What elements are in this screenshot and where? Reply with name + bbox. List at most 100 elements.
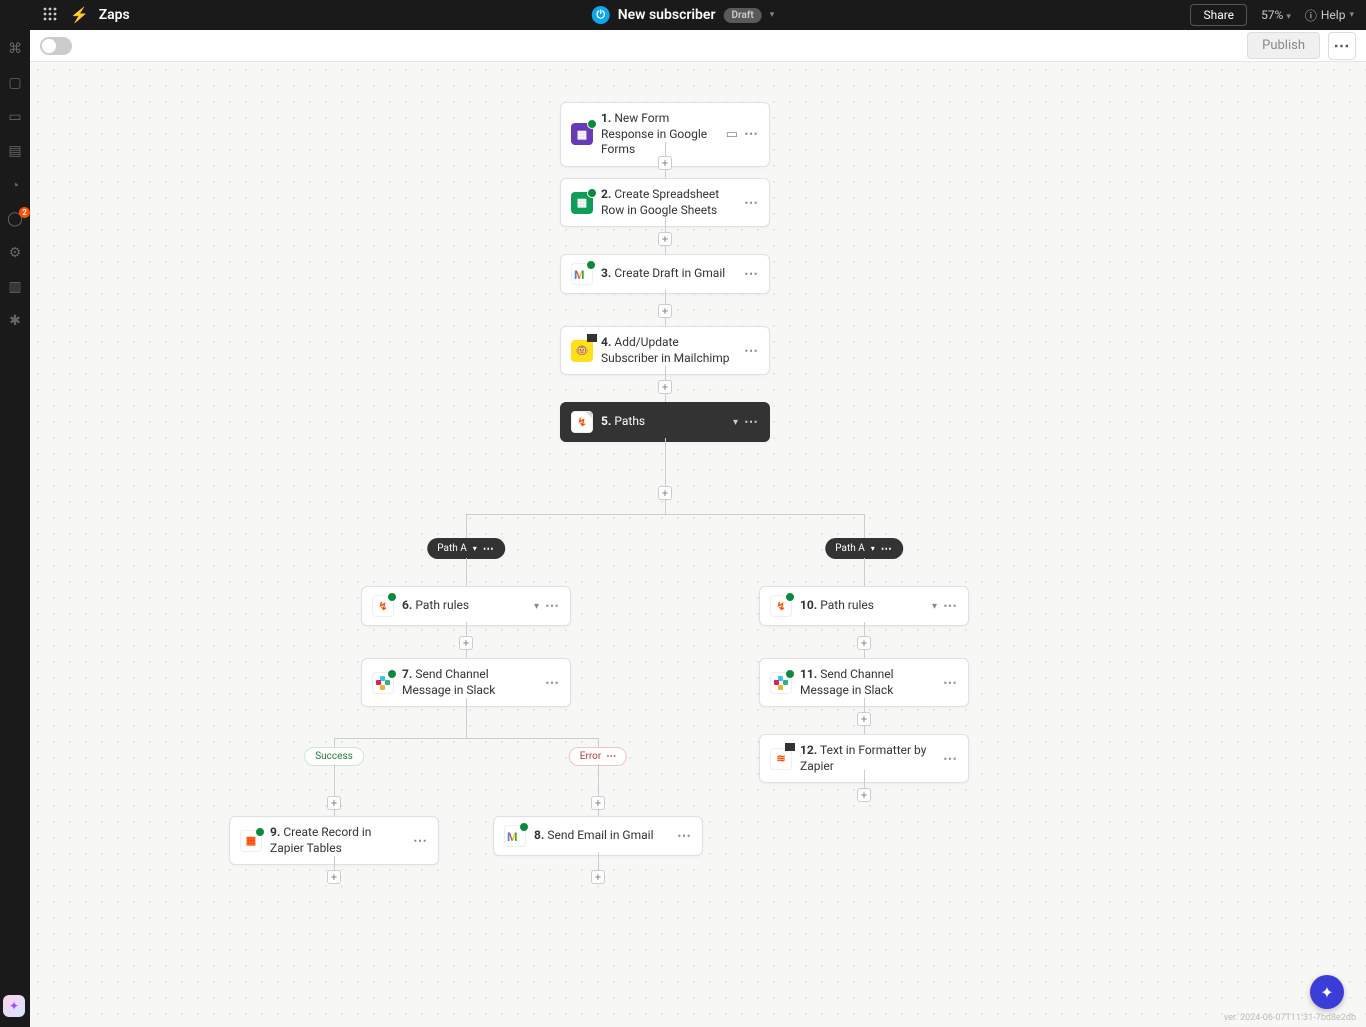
editor-more-button[interactable]: ⋯ — [1328, 32, 1356, 60]
breadcrumb-zaps[interactable]: Zaps — [99, 7, 130, 23]
header: ⚡ Zaps ⏻ New subscriber Draft ▾ Share 57… — [0, 0, 1366, 30]
step-more-icon[interactable]: ⋯ — [413, 833, 428, 849]
step-note-icon[interactable]: ▭ — [726, 127, 738, 142]
zap-enabled-toggle[interactable] — [40, 37, 72, 55]
apps-grid-icon[interactable] — [42, 6, 60, 24]
mailchimp-icon: 🐵 — [571, 340, 593, 362]
split-connector — [466, 514, 864, 515]
step-label: 7. Send Channel Message in Slack — [402, 667, 537, 698]
error-more-icon: ⋯ — [606, 751, 616, 762]
help-icon: ⓘ — [1305, 7, 1317, 24]
ai-assistant-fab[interactable]: ✦ — [1310, 975, 1344, 1009]
ai-sparkle-icon[interactable]: ✦ — [3, 995, 25, 1017]
status-warning-icon — [785, 743, 795, 751]
step-10[interactable]: ↯ 10. Path rules ▾ ⋯ — [759, 586, 969, 626]
connector — [466, 514, 467, 538]
collapse-chevron-icon[interactable]: ▾ — [733, 417, 738, 428]
connector — [665, 438, 666, 514]
add-step-button[interactable]: + — [591, 870, 605, 884]
gmail-icon — [504, 825, 526, 847]
add-step-button[interactable]: + — [658, 232, 672, 246]
add-step-button[interactable]: + — [857, 636, 871, 650]
add-step-button[interactable]: + — [857, 712, 871, 726]
zap-name[interactable]: New subscriber — [618, 7, 716, 23]
chevron-down-icon[interactable]: ▾ — [871, 544, 875, 553]
step-label: 10. Path rules — [800, 598, 924, 614]
share-button[interactable]: Share — [1190, 4, 1247, 26]
zoom-chevron-icon: ▾ — [1286, 12, 1291, 22]
step-label: 9. Create Record in Zapier Tables — [270, 825, 405, 856]
add-step-button[interactable]: + — [327, 870, 341, 884]
collapse-chevron-icon[interactable]: ▾ — [932, 601, 937, 612]
sub-toolbar: Publish ⋯ — [30, 30, 1366, 62]
step-more-icon[interactable]: ⋯ — [744, 195, 759, 211]
left-rail: ⌘ ▢ ▭ ▤ ◔ ◯2 ⚙ ▥ ✱ — [0, 0, 30, 1027]
collapse-chevron-icon[interactable]: ▾ — [534, 601, 539, 612]
gmail-icon — [571, 263, 593, 285]
rail-settings-icon[interactable]: ⚙ — [6, 244, 24, 262]
rail-command-icon[interactable]: ⌘ — [6, 40, 24, 58]
rail-calendar-icon[interactable]: ▤ — [6, 142, 24, 160]
step-5-paths[interactable]: ↯ 5. Paths ▾ ⋯ — [560, 402, 770, 442]
path-a-right-pill[interactable]: Path A ▾ ⋯ — [825, 538, 903, 559]
path-more-icon[interactable]: ⋯ — [881, 542, 893, 555]
step-3[interactable]: 3. Create Draft in Gmail ⋯ — [560, 254, 770, 294]
path-more-icon[interactable]: ⋯ — [483, 542, 495, 555]
sub-toolbar-right: Publish ⋯ — [1247, 32, 1356, 60]
flow-container: ▦ 1. New Form Response in Google Forms ▭… — [30, 62, 1366, 1027]
add-step-button[interactable]: + — [658, 380, 672, 394]
connector — [466, 698, 467, 738]
zap-bolt-icon: ⚡ — [70, 6, 89, 24]
step-more-icon[interactable]: ⋯ — [545, 598, 560, 614]
path-label: Path A — [835, 543, 864, 554]
help-menu[interactable]: ⓘ Help ▾ — [1305, 7, 1354, 24]
rail-history-icon[interactable]: ◔ — [6, 176, 24, 194]
add-step-button[interactable]: + — [459, 636, 473, 650]
zoom-level[interactable]: 57% ▾ — [1261, 8, 1291, 22]
step-more-icon[interactable]: ⋯ — [744, 414, 759, 430]
status-ok-icon — [587, 119, 597, 129]
step-more-icon[interactable]: ⋯ — [744, 343, 759, 359]
path-rules-icon: ↯ — [770, 595, 792, 617]
step-more-icon[interactable]: ⋯ — [943, 675, 958, 691]
status-ok-icon — [587, 188, 597, 198]
step-6[interactable]: ↯ 6. Path rules ▾ ⋯ — [361, 586, 571, 626]
step-more-icon[interactable]: ⋯ — [943, 598, 958, 614]
paths-icon: ↯ — [571, 411, 593, 433]
step-actions: ▭ ⋯ — [726, 126, 759, 142]
google-forms-icon: ▦ — [571, 123, 593, 145]
connector — [864, 514, 865, 538]
path-rules-icon: ↯ — [372, 595, 394, 617]
rail-bug-icon[interactable]: ✱ — [6, 312, 24, 330]
connector — [598, 852, 599, 872]
status-ok-icon — [785, 669, 795, 679]
rail-chat-icon[interactable]: ▭ — [6, 108, 24, 126]
add-step-button[interactable]: + — [327, 796, 341, 810]
step-more-icon[interactable]: ⋯ — [744, 266, 759, 282]
rail-note-icon[interactable]: ▢ — [6, 74, 24, 92]
google-sheets-icon: ▦ — [571, 192, 593, 214]
step-more-icon[interactable]: ⋯ — [677, 828, 692, 844]
publish-button[interactable]: Publish — [1247, 32, 1320, 59]
chevron-down-icon[interactable]: ▾ — [473, 544, 477, 553]
step-8[interactable]: 8. Send Email in Gmail ⋯ — [493, 816, 703, 856]
rail-alerts-icon[interactable]: ◯2 — [6, 210, 24, 228]
rail-archive-icon[interactable]: ▥ — [6, 278, 24, 296]
add-step-button[interactable]: + — [591, 796, 605, 810]
step-label: 4. Add/Update Subscriber in Mailchimp — [601, 335, 736, 366]
step-label: 12. Text in Formatter by Zapier — [800, 743, 935, 774]
add-step-button[interactable]: + — [658, 156, 672, 170]
step-more-icon[interactable]: ⋯ — [943, 751, 958, 767]
add-step-button[interactable]: + — [857, 788, 871, 802]
path-label: Path A — [437, 543, 466, 554]
step-more-icon[interactable]: ⋯ — [545, 675, 560, 691]
zap-name-chevron-icon[interactable]: ▾ — [770, 10, 775, 20]
path-a-left-pill[interactable]: Path A ▾ ⋯ — [427, 538, 505, 559]
editor-canvas[interactable]: ▦ 1. New Form Response in Google Forms ▭… — [30, 62, 1366, 1027]
step-more-icon[interactable]: ⋯ — [744, 126, 759, 142]
add-step-button[interactable]: + — [658, 304, 672, 318]
add-path-button[interactable]: + — [658, 486, 672, 500]
zap-app-icon: ⏻ — [592, 6, 610, 24]
help-chevron-icon: ▾ — [1349, 10, 1354, 20]
step-label: 6. Path rules — [402, 598, 526, 614]
